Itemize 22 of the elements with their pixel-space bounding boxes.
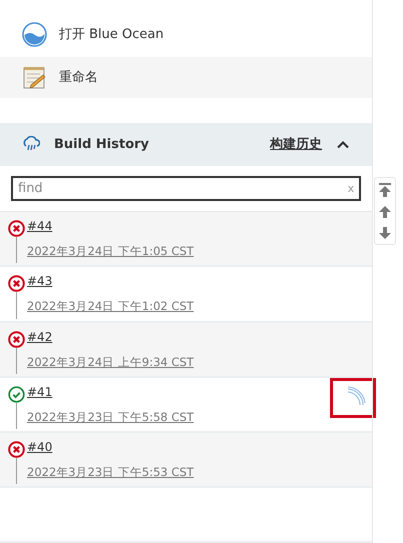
ocean-icon — [22, 22, 47, 47]
task-item[interactable]: 重命名 — [0, 57, 372, 98]
build-history-title: Build History — [54, 136, 150, 152]
build-time-link[interactable]: 2022年3月24日 下午1:02 CST — [27, 299, 194, 314]
build-time-link[interactable]: 2022年3月23日 下午5:58 CST — [27, 410, 194, 425]
collapse-icon[interactable] — [336, 140, 350, 149]
build-time-link[interactable]: 2022年3月24日 上午9:34 CST — [27, 354, 194, 370]
build-number-link[interactable]: #42 — [27, 330, 194, 344]
build-history-link[interactable]: 构建历史 — [270, 135, 322, 154]
scroll-up-icon[interactable] — [379, 206, 392, 218]
notepad-icon — [22, 64, 47, 90]
build-time-link[interactable]: 2022年3月24日 下午1:05 CST — [27, 244, 194, 260]
build-number-link[interactable]: #40 — [27, 440, 194, 454]
task-link[interactable]: 重命名 — [59, 68, 98, 86]
build-number-link[interactable]: #43 — [27, 274, 194, 288]
build-number-link[interactable]: #41 — [27, 384, 194, 399]
scroll-top-icon[interactable] — [379, 182, 392, 197]
scroll-down-icon[interactable] — [379, 227, 392, 240]
build-number-link[interactable]: #44 — [27, 219, 194, 234]
cloud-rain-icon — [22, 136, 40, 152]
build-time-link[interactable]: 2022年3月23日 下午5:53 CST — [27, 464, 194, 480]
task-link[interactable]: 打开 Blue Ocean — [59, 25, 164, 44]
